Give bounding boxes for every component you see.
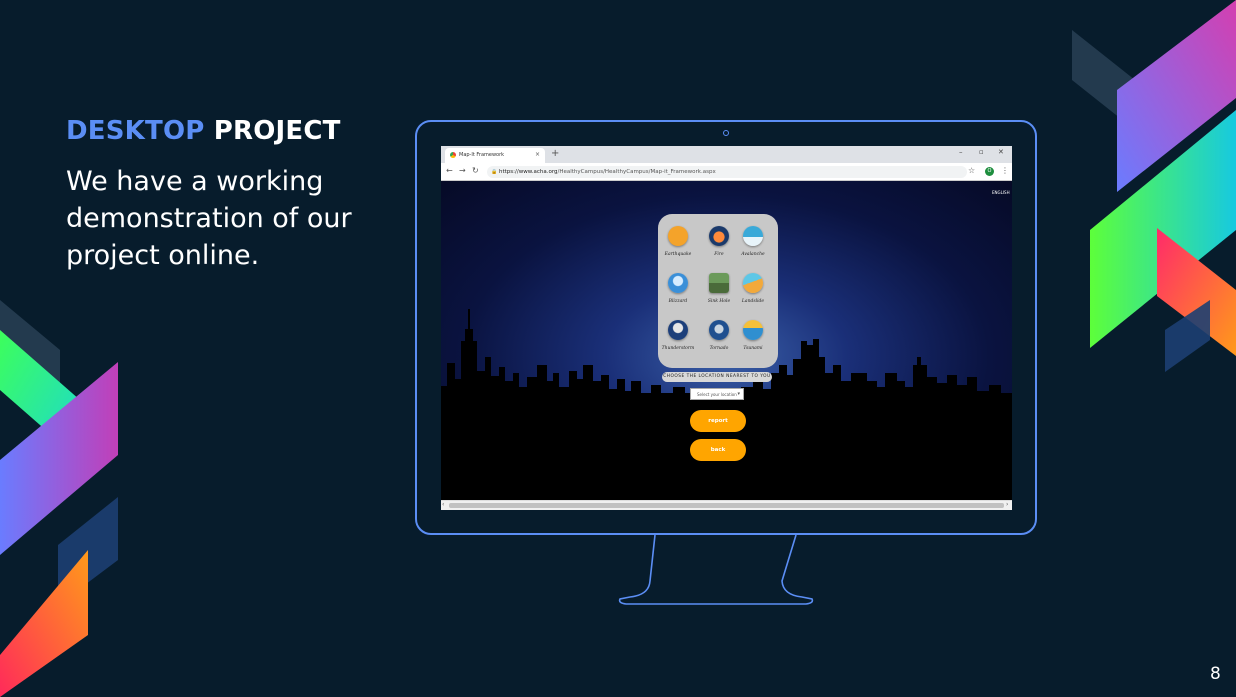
forward-arrow-icon[interactable]: →: [459, 166, 466, 175]
profile-avatar[interactable]: O: [985, 167, 994, 176]
slide-title: DESKTOP PROJECT: [66, 116, 341, 146]
location-select-value: Select your location: [697, 392, 737, 397]
language-tag[interactable]: ENGLISH: [992, 190, 1010, 195]
browser-window: Map-It Framework × + – ▫ ✕ ← → ↻ 🔒 https…: [441, 146, 1012, 510]
landslide-icon: [743, 273, 763, 293]
tornado-icon: [709, 320, 729, 340]
disaster-label: Tsunami: [743, 346, 763, 351]
disaster-label: Tornado: [709, 346, 729, 351]
favicon-icon: [450, 152, 456, 158]
scrollbar-thumb[interactable]: [449, 503, 1004, 508]
title-main: PROJECT: [213, 116, 341, 146]
location-select[interactable]: Select your location ▾: [690, 388, 744, 400]
tab-close-icon[interactable]: ×: [535, 151, 540, 158]
disaster-label: Landslide: [741, 299, 765, 304]
horizontal-scrollbar[interactable]: ‹ ›: [441, 500, 1012, 510]
sinkhole-icon: [709, 273, 729, 293]
scroll-left-icon[interactable]: ‹: [442, 501, 444, 508]
scroll-right-icon[interactable]: ›: [1006, 501, 1008, 508]
disaster-landslide[interactable]: Landslide: [735, 273, 771, 304]
earthquake-icon: [668, 226, 688, 246]
reload-icon[interactable]: ↻: [472, 166, 479, 175]
bookmark-star-icon[interactable]: ☆: [968, 166, 975, 175]
disaster-selection-panel: Earthquake Fire Avalanche Blizzard Sink …: [658, 214, 778, 368]
page-number: 8: [1210, 664, 1221, 684]
tsunami-icon: [743, 320, 763, 340]
slide: DESKTOP PROJECT We have a working demons…: [0, 0, 1236, 697]
restore-button[interactable]: ▫: [979, 148, 984, 156]
disaster-avalanche[interactable]: Avalanche: [735, 226, 771, 257]
disaster-blizzard[interactable]: Blizzard: [660, 273, 696, 304]
lock-icon: 🔒: [491, 169, 498, 175]
disaster-fire[interactable]: Fire: [701, 226, 737, 257]
back-button[interactable]: back: [690, 439, 746, 461]
disaster-label: Fire: [714, 252, 724, 257]
menu-dots-icon[interactable]: ⋮: [1001, 166, 1009, 175]
address-bar: ← → ↻ 🔒 https://www.acha.org/HealthyCamp…: [441, 163, 1012, 181]
choose-location-label: CHOOSE THE LOCATION NEAREST TO YOU: [662, 372, 772, 382]
monitor-stand: [618, 534, 814, 605]
close-window-button[interactable]: ✕: [998, 148, 1004, 156]
fire-icon: [709, 226, 729, 246]
disaster-tsunami[interactable]: Tsunami: [735, 320, 771, 351]
blizzard-icon: [668, 273, 688, 293]
url-input[interactable]: 🔒 https://www.acha.org/HealthyCampus/Hea…: [487, 166, 967, 178]
url-host: https://www.acha.org: [499, 169, 558, 175]
disaster-label: Blizzard: [668, 299, 688, 304]
disaster-tornado[interactable]: Tornado: [701, 320, 737, 351]
tab-title: Map-It Framework: [459, 152, 505, 158]
chevron-down-icon: ▾: [737, 391, 740, 397]
minimize-button[interactable]: –: [959, 148, 963, 156]
report-button[interactable]: report: [690, 410, 746, 432]
disaster-label: Thunderstorm: [661, 346, 695, 351]
disaster-label: Earthquake: [664, 252, 692, 257]
disaster-thunderstorm[interactable]: Thunderstorm: [660, 320, 696, 351]
avalanche-icon: [743, 226, 763, 246]
title-accent: DESKTOP: [66, 116, 205, 146]
tab-bar: Map-It Framework × + – ▫ ✕: [441, 146, 1012, 163]
disaster-earthquake[interactable]: Earthquake: [660, 226, 696, 257]
back-arrow-icon[interactable]: ←: [446, 166, 453, 175]
url-path: /HealthyCampus/HealthyCampus/Map-it_Fram…: [557, 169, 716, 175]
thunderstorm-icon: [668, 320, 688, 340]
camera-dot: [723, 130, 729, 136]
disaster-label: Avalanche: [741, 252, 765, 257]
disaster-label: Sink Hole: [707, 299, 731, 304]
slide-body: We have a working demonstration of our p…: [66, 166, 352, 271]
page-viewport: ENGLISH Earthquake Fire Avalanche Blizza…: [441, 181, 1012, 500]
browser-tab[interactable]: Map-It Framework ×: [445, 148, 545, 163]
new-tab-button[interactable]: +: [551, 148, 559, 159]
disaster-sink-hole[interactable]: Sink Hole: [701, 273, 737, 304]
